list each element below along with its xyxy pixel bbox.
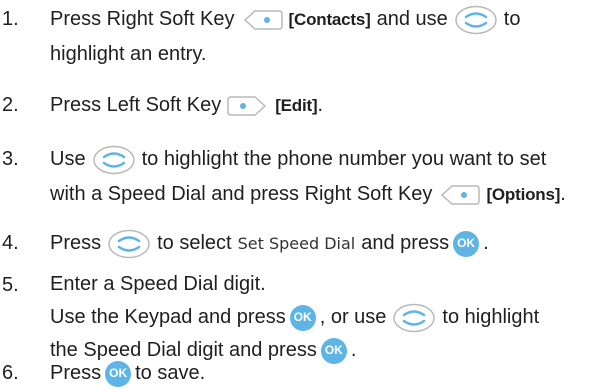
step-number: 3. — [2, 148, 19, 170]
ok-key-icon: OK — [105, 360, 132, 387]
navigation-key-icon — [92, 145, 135, 174]
step-text: Press Right Soft Key [Contacts] and use … — [50, 2, 605, 72]
step-text: Use to highlight the phone number you wa… — [50, 142, 605, 212]
right-soft-key-icon — [243, 9, 283, 30]
navigation-key-icon — [108, 229, 150, 258]
navigation-key-icon — [393, 303, 436, 332]
ok-key-icon: OK — [289, 304, 316, 331]
left-soft-key-icon — [227, 95, 267, 116]
step-text: Press Left Soft Key [Edit] . — [50, 94, 323, 116]
step-text: Enter a Speed Dial digit. Use the Keypad… — [50, 268, 605, 367]
step-number: 4. — [2, 232, 19, 254]
right-soft-key-icon — [441, 184, 481, 205]
step-number: 6. — [2, 362, 19, 384]
ok-key-icon: OK — [453, 230, 480, 257]
step-text: Press OK to save. — [50, 357, 605, 390]
step-text: Press to select Set Speed Dial and press… — [50, 226, 605, 261]
navigation-key-icon — [455, 5, 497, 34]
step-number: 5. — [2, 274, 19, 296]
step-number: 1. — [2, 8, 19, 30]
step-number: 2. — [2, 94, 19, 116]
menu-option-label: Set Speed Dial — [237, 234, 356, 253]
